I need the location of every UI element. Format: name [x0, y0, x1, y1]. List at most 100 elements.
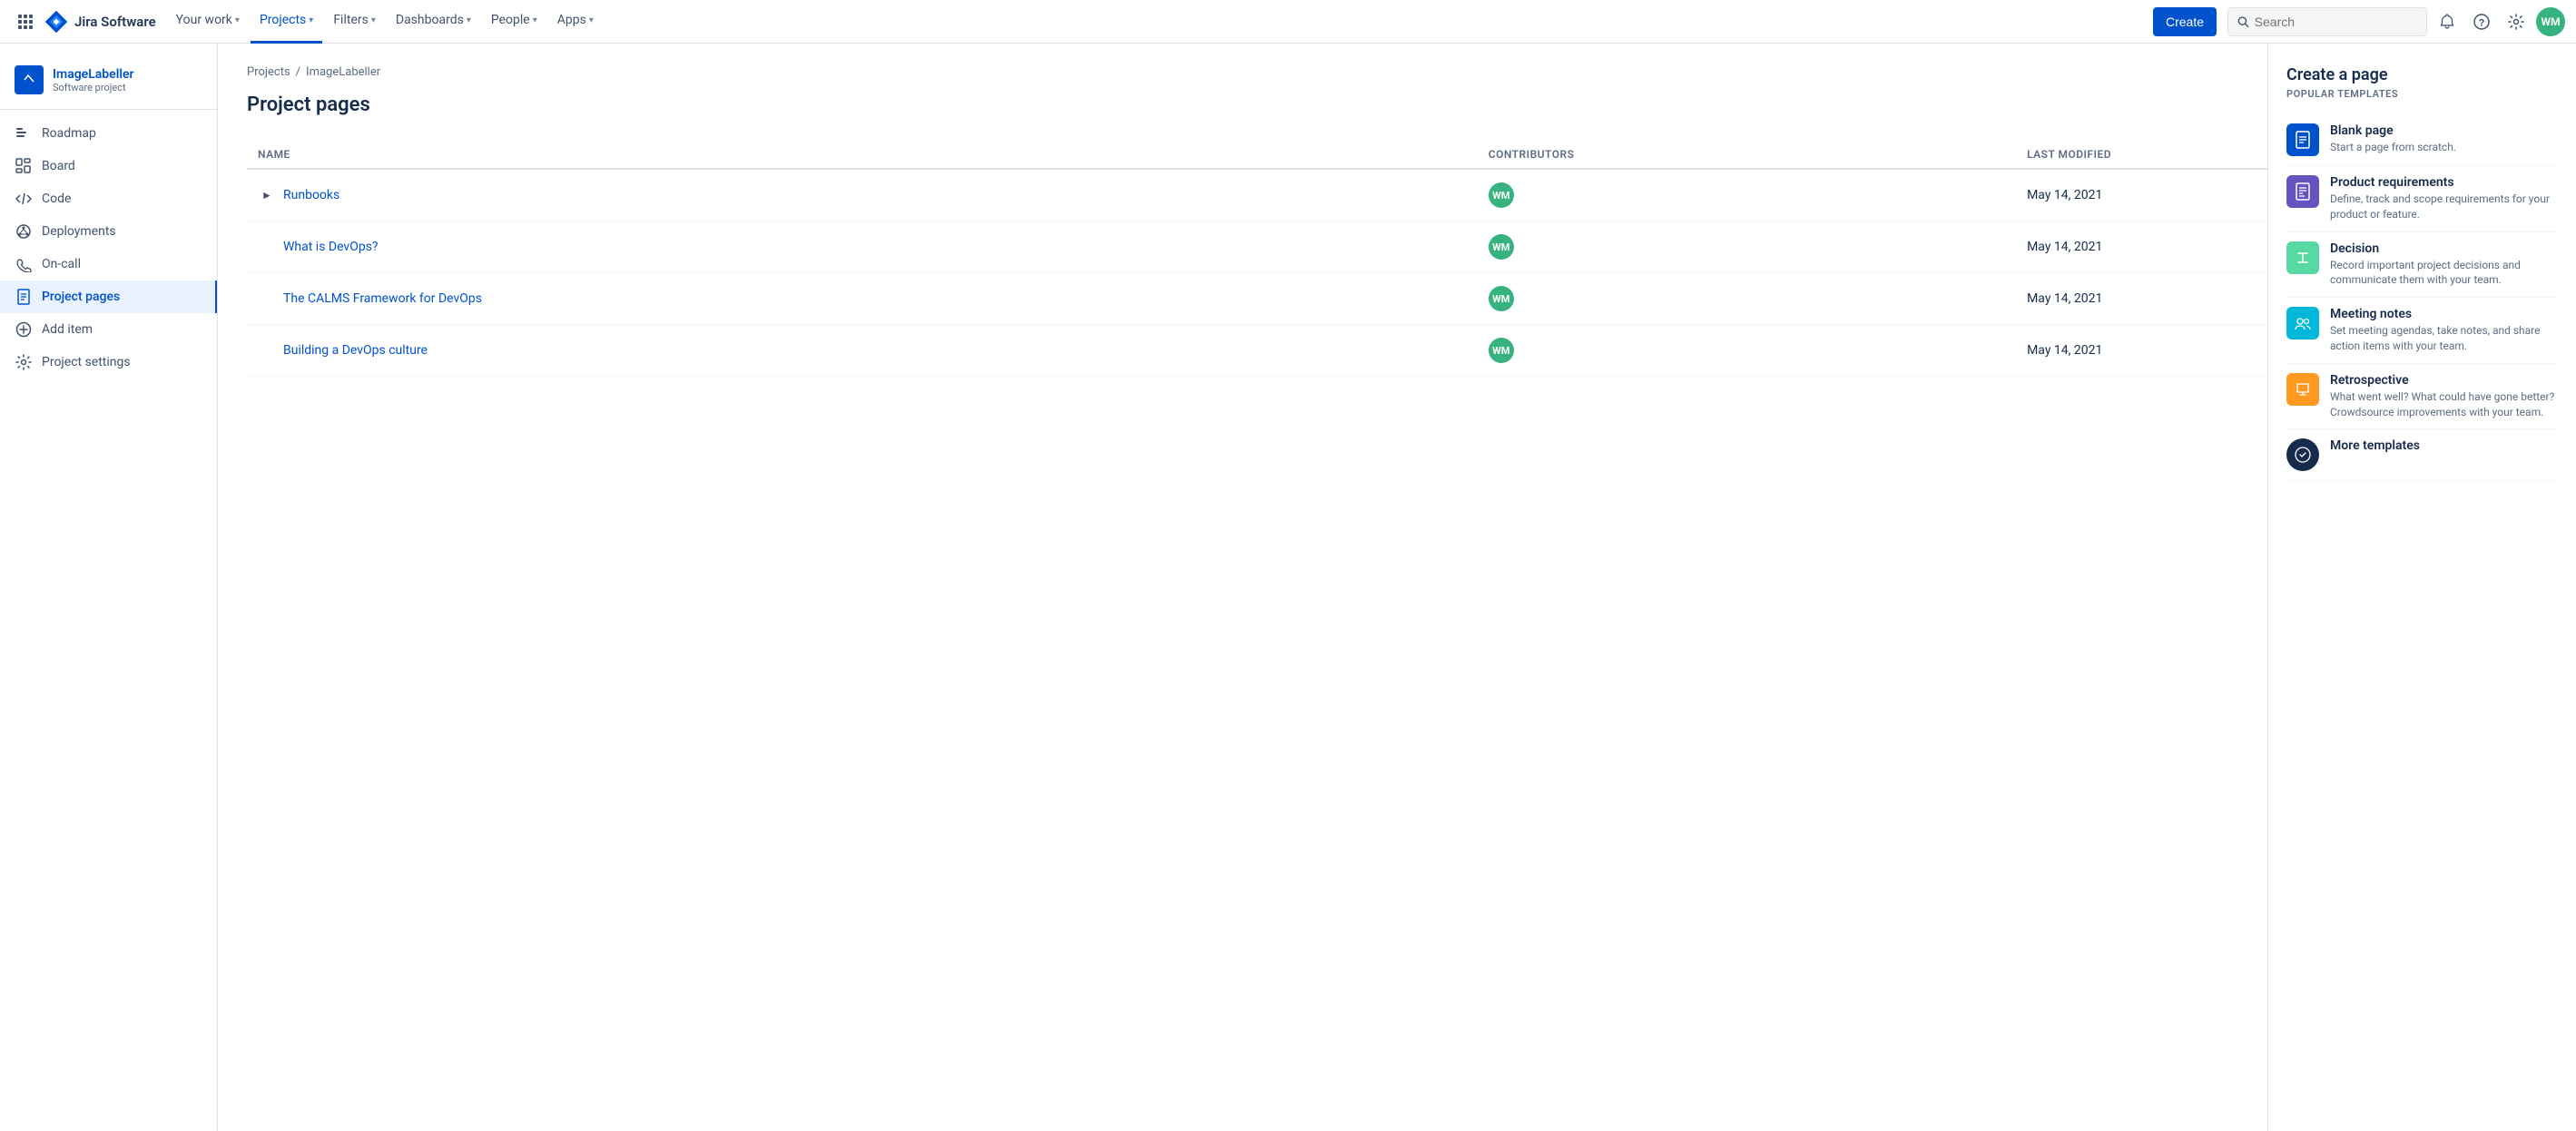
- page-link[interactable]: Runbooks: [283, 188, 339, 202]
- nav-filters[interactable]: Filters ▾: [324, 0, 385, 44]
- popular-templates-label: POPULAR TEMPLATES: [2286, 88, 2558, 100]
- breadcrumb-projects[interactable]: Projects: [247, 65, 290, 79]
- sidebar-project-info: ImageLabeller Software project: [53, 67, 134, 93]
- col-header-name: Name: [247, 141, 1478, 169]
- sidebar-item-code[interactable]: Code: [0, 182, 217, 215]
- template-item-meeting-notes[interactable]: Meeting notes Set meeting agendas, take …: [2286, 298, 2558, 364]
- sidebar-project-name: ImageLabeller: [53, 67, 134, 82]
- oncall-icon: [15, 255, 33, 273]
- sidebar-item-add-item[interactable]: Add item: [0, 313, 217, 346]
- template-item-product-requirements[interactable]: Product requirements Define, track and s…: [2286, 166, 2558, 232]
- template-item-blank[interactable]: Blank page Start a page from scratch.: [2286, 114, 2558, 166]
- grid-menu-icon[interactable]: [11, 7, 40, 36]
- pages-table: Name Contributors Last modified ► Runboo…: [247, 141, 2547, 377]
- breadcrumb-project: ImageLabeller: [306, 65, 380, 79]
- nav-projects[interactable]: Projects ▾: [251, 0, 322, 44]
- page-header: Project pages ···: [247, 90, 2547, 119]
- sidebar-item-board[interactable]: Board: [0, 150, 217, 182]
- gear-icon: [2508, 14, 2524, 30]
- table-row: Building a DevOps culture WM May 14, 202…: [247, 325, 2547, 377]
- template-info-retrospective: Retrospective What went well? What could…: [2330, 373, 2558, 420]
- sidebar-item-deployments[interactable]: Deployments: [0, 215, 217, 248]
- chevron-down-icon: ▾: [371, 15, 376, 25]
- contributor-avatar: WM: [1489, 338, 1514, 363]
- topnav-right: ? WM: [2227, 7, 2565, 36]
- template-desc: Define, track and scope requirements for…: [2330, 192, 2558, 222]
- chevron-down-icon: ▾: [235, 15, 240, 25]
- main-nav: Your work ▾ Projects ▾ Filters ▾ Dashboa…: [167, 0, 2149, 44]
- page-link[interactable]: The CALMS Framework for DevOps: [283, 291, 482, 306]
- nav-your-work[interactable]: Your work ▾: [167, 0, 249, 44]
- code-icon: [15, 190, 33, 208]
- page-name-cell: ► Runbooks: [258, 186, 1467, 204]
- template-item-retrospective[interactable]: Retrospective What went well? What could…: [2286, 364, 2558, 430]
- top-navigation: Jira Software Your work ▾ Projects ▾ Fil…: [0, 0, 2576, 44]
- page-title: Project pages: [247, 93, 370, 116]
- page-name-cell: What is DevOps?: [258, 240, 1467, 254]
- bell-icon: [2439, 14, 2455, 30]
- breadcrumb-separator: /: [296, 65, 300, 79]
- template-name: More templates: [2330, 438, 2420, 453]
- chevron-down-icon: ▾: [589, 15, 594, 25]
- main-layout: ImageLabeller Software project Roadmap B…: [0, 44, 2576, 1131]
- template-name: Product requirements: [2330, 175, 2558, 190]
- settings-button[interactable]: [2502, 7, 2531, 36]
- sidebar-item-label: Code: [42, 192, 71, 206]
- sidebar-item-label: Roadmap: [42, 126, 96, 141]
- help-button[interactable]: ?: [2467, 7, 2496, 36]
- contributor-avatar: WM: [1489, 234, 1514, 260]
- sidebar-item-oncall[interactable]: On-call: [0, 248, 217, 280]
- search-input[interactable]: [2255, 15, 2417, 29]
- search-icon: [2237, 15, 2249, 28]
- create-button[interactable]: Create: [2153, 7, 2217, 36]
- contributor-avatar: WM: [1489, 286, 1514, 311]
- template-info-blank: Blank page Start a page from scratch.: [2330, 123, 2456, 155]
- template-icon-meeting-notes: [2286, 307, 2319, 339]
- template-name: Decision: [2330, 241, 2558, 256]
- sidebar-item-project-pages[interactable]: Project pages: [0, 280, 217, 313]
- template-name: Blank page: [2330, 123, 2456, 138]
- template-item-more-templates[interactable]: More templates: [2286, 429, 2558, 481]
- template-desc: Record important project decisions and c…: [2330, 258, 2558, 289]
- board-icon: [15, 157, 33, 175]
- sidebar-item-roadmap[interactable]: Roadmap: [0, 117, 217, 150]
- template-item-decision[interactable]: Decision Record important project decisi…: [2286, 232, 2558, 299]
- template-info-product-requirements: Product requirements Define, track and s…: [2330, 175, 2558, 222]
- template-icon-product-requirements: [2286, 175, 2319, 208]
- roadmap-icon: [15, 124, 33, 143]
- create-page-title: Create a page: [2286, 65, 2558, 84]
- template-icon-retrospective: [2286, 373, 2319, 406]
- pages-icon: [15, 288, 33, 306]
- chevron-down-icon: ▾: [309, 15, 313, 25]
- sidebar: ImageLabeller Software project Roadmap B…: [0, 44, 218, 1131]
- nav-people[interactable]: People ▾: [482, 0, 546, 44]
- main-content: Projects / ImageLabeller Project pages ·…: [218, 44, 2576, 1131]
- template-info-more-templates: More templates: [2330, 438, 2420, 455]
- sidebar-item-project-settings[interactable]: Project settings: [0, 346, 217, 379]
- table-row: The CALMS Framework for DevOps WM May 14…: [247, 273, 2547, 325]
- nav-dashboards[interactable]: Dashboards ▾: [387, 0, 480, 44]
- help-icon: ?: [2473, 14, 2490, 30]
- expand-button[interactable]: ►: [258, 186, 276, 204]
- nav-apps[interactable]: Apps ▾: [548, 0, 603, 44]
- user-avatar[interactable]: WM: [2536, 7, 2565, 36]
- deployments-icon: [15, 222, 33, 241]
- sidebar-item-label: Add item: [42, 322, 93, 337]
- table-body: ► Runbooks WM May 14, 2021 What is DevOp…: [247, 169, 2547, 377]
- sidebar-project: ImageLabeller Software project: [0, 58, 217, 110]
- templates-list: Blank page Start a page from scratch. Pr…: [2286, 114, 2558, 481]
- page-link[interactable]: Building a DevOps culture: [283, 343, 428, 358]
- template-info-decision: Decision Record important project decisi…: [2330, 241, 2558, 289]
- notifications-button[interactable]: [2433, 7, 2462, 36]
- template-desc: Start a page from scratch.: [2330, 140, 2456, 155]
- jira-logo[interactable]: Jira Software: [44, 9, 156, 34]
- right-panel: Create a page POPULAR TEMPLATES Blank pa…: [2267, 44, 2576, 1131]
- project-logo-icon: [20, 71, 38, 89]
- breadcrumb: Projects / ImageLabeller: [247, 65, 2547, 79]
- page-name-cell: The CALMS Framework for DevOps: [258, 291, 1467, 306]
- sidebar-project-type: Software project: [53, 82, 134, 93]
- page-link[interactable]: What is DevOps?: [283, 240, 379, 254]
- sidebar-item-label: On-call: [42, 257, 81, 271]
- search-box[interactable]: [2227, 7, 2427, 36]
- page-name-cell: Building a DevOps culture: [258, 343, 1467, 358]
